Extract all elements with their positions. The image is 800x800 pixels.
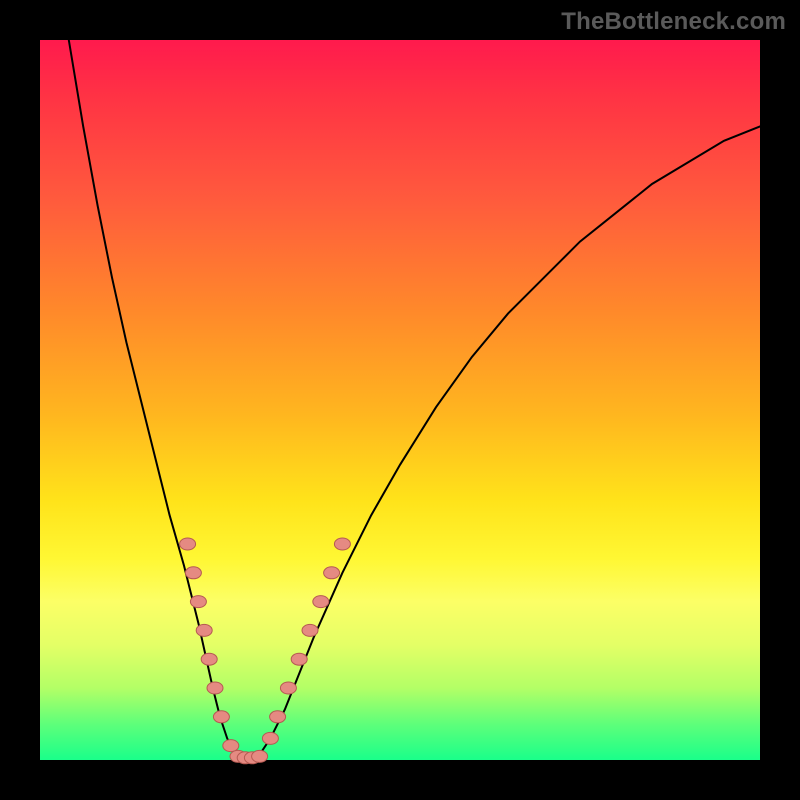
chart-frame	[40, 40, 760, 760]
marker-dot	[252, 750, 268, 762]
marker-dot	[207, 682, 223, 694]
curve-right	[256, 126, 760, 760]
marker-dot	[291, 653, 307, 665]
marker-dot	[180, 538, 196, 550]
marker-dot	[324, 567, 340, 579]
marker-dot	[185, 567, 201, 579]
marker-dot	[196, 624, 212, 636]
marker-dot	[313, 596, 329, 608]
marker-dot	[302, 624, 318, 636]
watermark-text: TheBottleneck.com	[561, 8, 786, 36]
marker-dot	[201, 653, 217, 665]
chart-svg	[40, 40, 760, 760]
marker-dot	[223, 740, 239, 752]
marker-dot	[262, 732, 278, 744]
marker-dot	[334, 538, 350, 550]
curve-left	[69, 40, 242, 760]
marker-dot	[190, 596, 206, 608]
marker-dot	[270, 711, 286, 723]
marker-dot	[280, 682, 296, 694]
marker-dot	[213, 711, 229, 723]
